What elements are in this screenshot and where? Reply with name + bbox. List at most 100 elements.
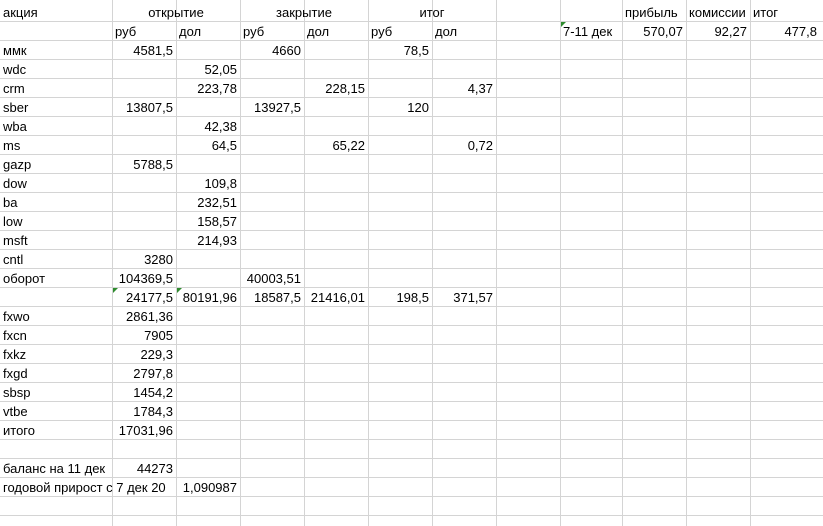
close-rub-cell[interactable] xyxy=(240,459,304,478)
close-rub-cell[interactable] xyxy=(240,155,304,174)
ticker-cell[interactable]: sber xyxy=(0,98,112,117)
result-usd-cell[interactable] xyxy=(432,459,496,478)
open-rub-cell[interactable]: 5788,5 xyxy=(112,155,176,174)
ticker-cell[interactable]: wdc xyxy=(0,60,112,79)
ticker-cell[interactable]: годовой прирост с 7 дек 20 xyxy=(0,478,166,497)
open-usd-cell[interactable]: 109,8 xyxy=(176,174,240,193)
ticker-cell[interactable]: fxcn xyxy=(0,326,112,345)
ticker-cell[interactable]: crm xyxy=(0,79,112,98)
result-rub-cell[interactable] xyxy=(368,383,432,402)
close-usd-cell[interactable] xyxy=(304,117,368,136)
result-rub-cell[interactable] xyxy=(368,478,432,497)
close-usd-cell[interactable] xyxy=(304,421,368,440)
close-rub-cell[interactable] xyxy=(240,212,304,231)
open-usd-cell[interactable] xyxy=(176,402,240,421)
result-rub-cell[interactable] xyxy=(368,269,432,288)
open-rub-cell[interactable] xyxy=(112,136,176,155)
close-usd-cell[interactable]: 21416,01 xyxy=(304,288,368,307)
open-rub-cell[interactable]: 2861,36 xyxy=(112,307,176,326)
ticker-cell[interactable]: sbsp xyxy=(0,383,112,402)
result-usd-cell[interactable] xyxy=(432,155,496,174)
close-rub-cell[interactable] xyxy=(240,383,304,402)
subheader-open-usd[interactable]: дол xyxy=(176,22,240,41)
open-rub-cell[interactable] xyxy=(112,193,176,212)
close-rub-cell[interactable] xyxy=(240,478,304,497)
close-usd-cell[interactable] xyxy=(304,212,368,231)
fees-value[interactable]: 92,27 xyxy=(686,22,750,41)
ticker-cell[interactable]: gazp xyxy=(0,155,112,174)
open-rub-cell[interactable] xyxy=(112,212,176,231)
close-usd-cell[interactable] xyxy=(304,459,368,478)
result-usd-cell[interactable] xyxy=(432,440,496,459)
result-rub-cell[interactable] xyxy=(368,174,432,193)
result-usd-cell[interactable] xyxy=(432,250,496,269)
close-usd-cell[interactable] xyxy=(304,231,368,250)
open-rub-cell[interactable]: 13807,5 xyxy=(112,98,176,117)
close-rub-cell[interactable] xyxy=(240,307,304,326)
result-rub-cell[interactable] xyxy=(368,136,432,155)
close-rub-cell[interactable] xyxy=(240,402,304,421)
open-usd-cell[interactable]: 42,38 xyxy=(176,117,240,136)
close-rub-cell[interactable]: 13927,5 xyxy=(240,98,304,117)
ticker-cell[interactable]: баланс на 11 дек xyxy=(0,459,112,478)
open-usd-cell[interactable] xyxy=(176,345,240,364)
open-usd-cell[interactable] xyxy=(176,269,240,288)
close-usd-cell[interactable] xyxy=(304,440,368,459)
close-rub-cell[interactable] xyxy=(240,345,304,364)
result-usd-cell[interactable] xyxy=(432,383,496,402)
open-usd-cell[interactable] xyxy=(176,459,240,478)
result-rub-cell[interactable] xyxy=(368,402,432,421)
subheader-close-usd[interactable]: дол xyxy=(304,22,368,41)
header-total[interactable]: итог xyxy=(750,3,823,22)
close-usd-cell[interactable] xyxy=(304,193,368,212)
result-rub-cell[interactable] xyxy=(368,421,432,440)
close-rub-cell[interactable]: 18587,5 xyxy=(240,288,304,307)
subheader-open-rub[interactable]: руб xyxy=(112,22,176,41)
open-usd-cell[interactable]: 1,090987 xyxy=(176,478,240,497)
open-rub-cell[interactable] xyxy=(112,79,176,98)
result-usd-cell[interactable]: 371,57 xyxy=(432,288,496,307)
ticker-cell[interactable]: vtbe xyxy=(0,402,112,421)
subheader-result-usd[interactable]: дол xyxy=(432,22,496,41)
ticker-cell[interactable]: итого xyxy=(0,421,112,440)
ticker-cell[interactable]: fxkz xyxy=(0,345,112,364)
result-rub-cell[interactable] xyxy=(368,60,432,79)
open-usd-cell[interactable] xyxy=(176,421,240,440)
result-usd-cell[interactable] xyxy=(432,326,496,345)
close-rub-cell[interactable] xyxy=(240,117,304,136)
open-usd-cell[interactable] xyxy=(176,383,240,402)
open-rub-cell[interactable]: 229,3 xyxy=(112,345,176,364)
open-usd-cell[interactable]: 52,05 xyxy=(176,60,240,79)
result-rub-cell[interactable] xyxy=(368,364,432,383)
open-rub-cell[interactable]: 44273 xyxy=(112,459,176,478)
close-rub-cell[interactable]: 4660 xyxy=(240,41,304,60)
result-rub-cell[interactable] xyxy=(368,231,432,250)
open-usd-cell[interactable] xyxy=(176,364,240,383)
open-rub-cell[interactable] xyxy=(112,60,176,79)
open-rub-cell[interactable] xyxy=(112,478,176,497)
ticker-cell[interactable]: dow xyxy=(0,174,112,193)
open-rub-cell[interactable] xyxy=(112,231,176,250)
open-usd-cell[interactable] xyxy=(176,155,240,174)
close-rub-cell[interactable] xyxy=(240,440,304,459)
ticker-cell[interactable] xyxy=(0,288,112,307)
close-rub-cell[interactable] xyxy=(240,60,304,79)
close-rub-cell[interactable] xyxy=(240,136,304,155)
total-value[interactable]: 477,8 xyxy=(750,22,820,41)
ticker-cell[interactable]: low xyxy=(0,212,112,231)
open-usd-cell[interactable]: 232,51 xyxy=(176,193,240,212)
ticker-cell[interactable]: wba xyxy=(0,117,112,136)
close-usd-cell[interactable] xyxy=(304,307,368,326)
period-label[interactable]: 7-11 дек xyxy=(560,22,622,41)
result-usd-cell[interactable] xyxy=(432,60,496,79)
result-usd-cell[interactable] xyxy=(432,364,496,383)
close-usd-cell[interactable] xyxy=(304,478,368,497)
header-close[interactable]: закрытие xyxy=(240,3,368,22)
subheader-result-rub[interactable]: руб xyxy=(368,22,432,41)
open-rub-cell[interactable] xyxy=(112,117,176,136)
profit-value[interactable]: 570,07 xyxy=(622,22,686,41)
result-usd-cell[interactable]: 4,37 xyxy=(432,79,496,98)
ticker-cell[interactable] xyxy=(0,440,112,459)
result-usd-cell[interactable] xyxy=(432,98,496,117)
close-rub-cell[interactable] xyxy=(240,250,304,269)
